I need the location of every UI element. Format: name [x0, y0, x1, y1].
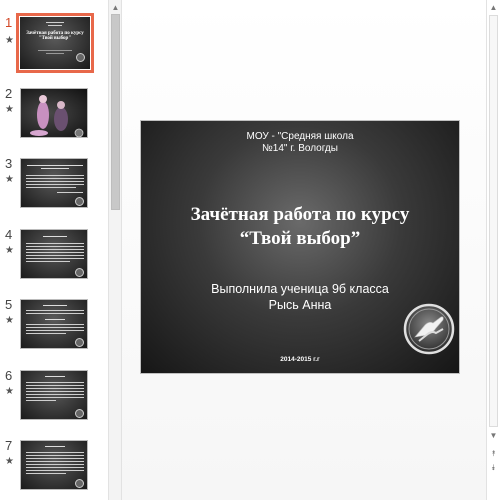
- previous-slide-icon[interactable]: ⯭: [487, 448, 500, 460]
- figures-illustration: [30, 95, 84, 138]
- animation-star-icon: ★: [5, 245, 14, 256]
- scrollbar-thumb[interactable]: [489, 15, 498, 427]
- thumbnail-image: [20, 229, 88, 279]
- slide-editing-area: МОУ - "Средняя школа №14" г. Вологды Зач…: [122, 0, 486, 500]
- logo-icon: [75, 338, 84, 347]
- slide-thumbnail-2[interactable]: [18, 86, 92, 142]
- thumbnail-image: [20, 299, 88, 349]
- logo-icon: [75, 268, 84, 277]
- scroll-up-icon[interactable]: ▲: [487, 2, 500, 14]
- thumbnail-row[interactable]: 6 ★: [0, 368, 108, 432]
- slide-thumbnail-4[interactable]: [18, 227, 92, 283]
- animation-star-icon: ★: [5, 35, 14, 46]
- thumbnail-row[interactable]: 4 ★: [0, 227, 108, 291]
- thumbnail-row[interactable]: 1 ★ Зачётная работа по курсу "Твой выбор…: [0, 13, 108, 79]
- thumbnail-image: [20, 370, 88, 420]
- scrollbar-thumb[interactable]: [111, 14, 120, 210]
- thumbnail-image: [20, 440, 88, 490]
- animation-star-icon: ★: [5, 456, 14, 467]
- author-line-1: Выполнила ученица 9б класса: [211, 282, 389, 296]
- school-name: МОУ - "Средняя школа №14" г. Вологды: [141, 131, 459, 155]
- animation-star-icon: ★: [5, 386, 14, 397]
- slide-thumbnail-7[interactable]: [18, 438, 92, 494]
- animation-star-icon: ★: [5, 315, 14, 326]
- slide-number: 7: [5, 438, 13, 453]
- thumbnail-scrollbar[interactable]: ▲: [108, 0, 122, 500]
- school-line-1: МОУ - "Средняя школа: [246, 131, 354, 142]
- thumbnail-row[interactable]: 5 ★: [0, 297, 108, 361]
- slide-thumbnail-6[interactable]: [18, 368, 92, 424]
- slide-thumbnail-pane: 1 ★ Зачётная работа по курсу "Твой выбор…: [0, 0, 108, 500]
- logo-icon: [75, 409, 84, 418]
- slide-number: 6: [5, 368, 13, 383]
- slide-thumbnail-5[interactable]: [18, 297, 92, 353]
- logo-icon: [76, 53, 85, 62]
- slide-title: Зачётная работа по курсу “Твой выбор”: [141, 203, 459, 251]
- current-slide[interactable]: МОУ - "Средняя школа №14" г. Вологды Зач…: [140, 120, 460, 374]
- logo-icon: [75, 479, 84, 488]
- slide-number: 3: [5, 156, 13, 171]
- thumbnail-row[interactable]: 7 ★: [0, 438, 108, 500]
- animation-star-icon: ★: [5, 104, 14, 115]
- school-years: 2014-2015 г.г: [280, 356, 320, 363]
- thumbnail-title: Зачётная работа по курсу "Твой выбор": [26, 31, 84, 41]
- school-line-2: №14" г. Вологды: [262, 143, 338, 154]
- slide-number: 5: [5, 297, 13, 312]
- thumbnail-image: [20, 158, 88, 208]
- title-line-1: Зачётная работа по курсу: [190, 204, 410, 225]
- canvas-scrollbar[interactable]: ▲ ▼ ⯭ ⯯: [486, 0, 500, 500]
- thumbnail-image: Зачётная работа по курсу "Твой выбор": [20, 17, 90, 69]
- hands-logo-icon: [403, 303, 455, 355]
- slide-number: 2: [5, 86, 13, 101]
- animation-star-icon: ★: [5, 174, 14, 185]
- slide-number: 4: [5, 227, 13, 242]
- title-line-2: “Твой выбор”: [239, 228, 361, 249]
- scroll-down-icon[interactable]: ▼: [487, 430, 500, 442]
- thumbnail-image: [20, 88, 88, 138]
- thumbnail-row[interactable]: 2 ★: [0, 86, 108, 150]
- logo-icon: [75, 197, 84, 206]
- slide-thumbnail-3[interactable]: [18, 156, 92, 212]
- slide-number: 1: [5, 15, 13, 30]
- next-slide-icon[interactable]: ⯯: [487, 462, 500, 474]
- slide-thumbnail-1[interactable]: Зачётная работа по курсу "Твой выбор": [16, 13, 94, 73]
- thumbnail-row[interactable]: 3 ★: [0, 156, 108, 220]
- scroll-up-icon[interactable]: ▲: [109, 2, 122, 14]
